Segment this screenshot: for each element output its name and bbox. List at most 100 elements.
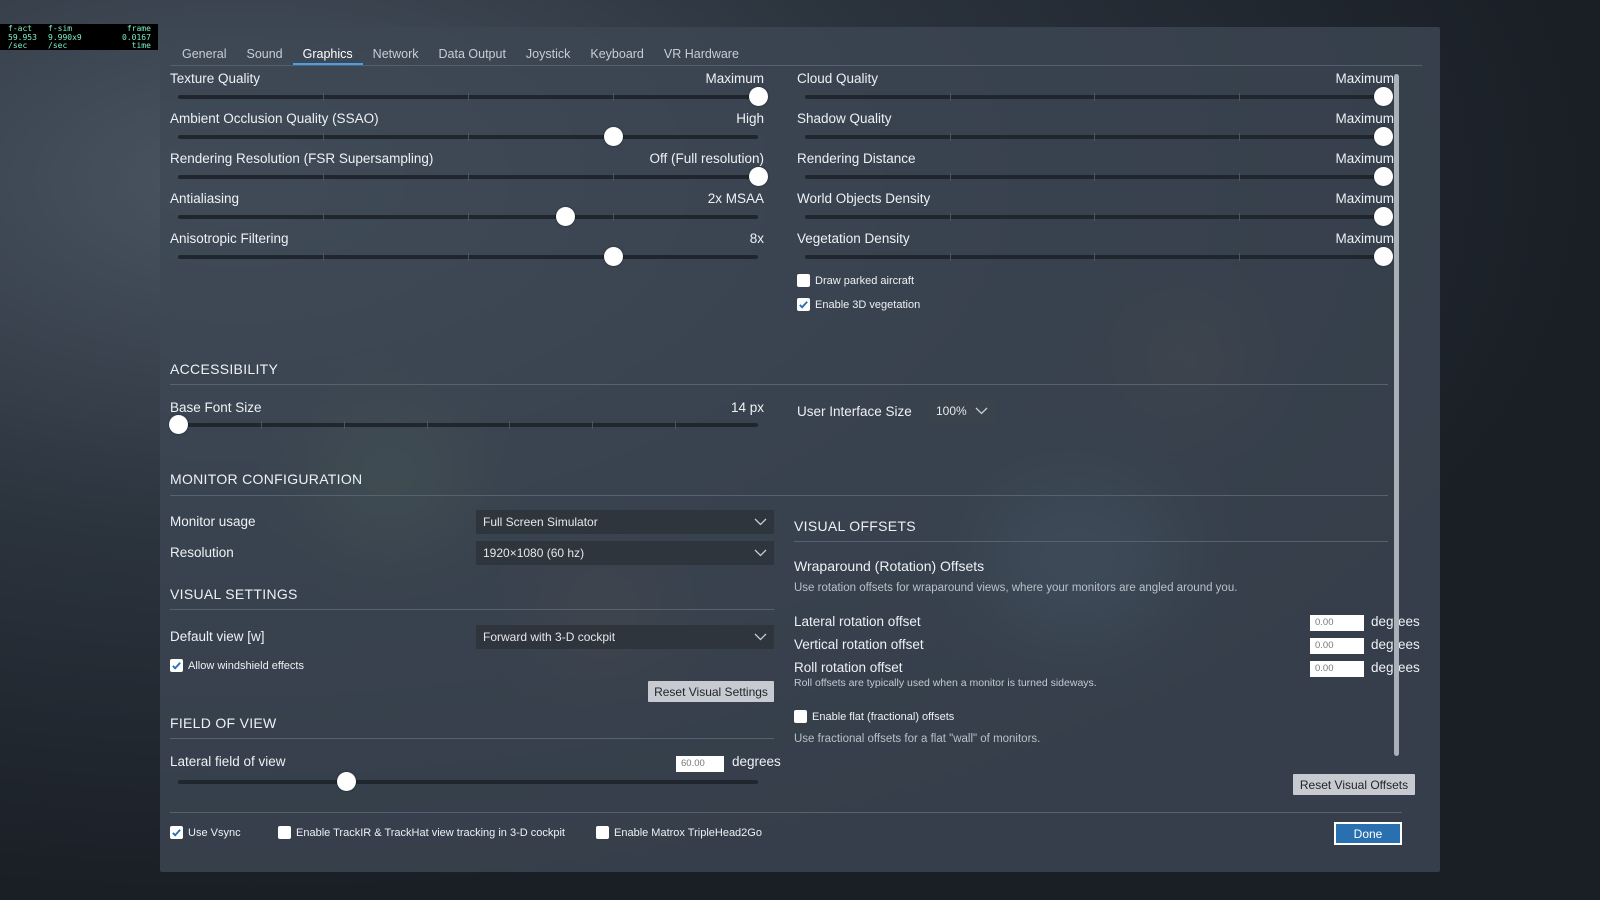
wraparound-offsets-description: Use rotation offsets for wraparound view… [794, 582, 1238, 594]
slider-tick [323, 133, 324, 141]
antialiasing-label: Antialiasing [170, 191, 240, 206]
cloud-quality-value: Maximum [1335, 71, 1394, 86]
texture-quality-value: Maximum [705, 71, 764, 86]
lateral-rotation-offset-input[interactable]: 0.00 [1310, 615, 1364, 631]
checkbox-label: Enable TrackIR & TrackHat view tracking … [296, 826, 565, 839]
reset-visual-settings-button[interactable]: Reset Visual Settings [648, 681, 774, 702]
vegetation-density-slider[interactable] [805, 247, 1393, 266]
tab-keyboard[interactable]: Keyboard [580, 41, 654, 65]
ambient-occlusion-quality-ssao-label: Ambient Occlusion Quality (SSAO) [170, 111, 379, 126]
slider-tick [949, 213, 951, 221]
checkmark-icon [172, 829, 181, 837]
ambient-occlusion-quality-ssao-slider[interactable] [178, 127, 758, 146]
slider-tick [509, 421, 511, 429]
slider-handle[interactable] [337, 772, 357, 791]
slider-handle[interactable] [1374, 207, 1393, 226]
slider-handle[interactable] [169, 415, 188, 434]
flat-offsets-description: Use fractional offsets for a flat "wall"… [794, 733, 1041, 745]
checkbox-box-checked [170, 659, 183, 672]
rendering-resolution-fsr-supersampling-slider[interactable] [178, 167, 768, 186]
vertical-rotation-offset-input[interactable]: 0.00 [1310, 638, 1364, 654]
rendering-distance-label: Rendering Distance [797, 151, 916, 166]
rendering-distance-slider[interactable] [805, 167, 1393, 186]
slider-tick [1094, 173, 1095, 181]
slider-handle[interactable] [555, 207, 575, 226]
ui-size-dropdown[interactable]: 100% [929, 399, 995, 423]
antialiasing-value: 2x MSAA [707, 191, 764, 206]
cloud-quality-slider[interactable] [805, 87, 1393, 106]
fps-col-frame: frame 0.0167 time [122, 24, 151, 50]
lateral-fov-label: Lateral field of view [170, 754, 286, 769]
anisotropic-filtering-value: 8x [749, 231, 764, 246]
cloud-quality-label: Cloud Quality [797, 71, 879, 86]
ui-size-label: User Interface Size [797, 404, 912, 419]
allow-windshield-effects-checkbox[interactable]: Allow windshield effects [170, 659, 304, 672]
checkmark-icon [799, 301, 808, 309]
tab-vr-hardware[interactable]: VR Hardware [654, 41, 749, 65]
tab-data-output[interactable]: Data Output [429, 41, 516, 65]
anisotropic-filtering-slider[interactable] [178, 247, 758, 266]
enable-matrox-checkbox[interactable]: Enable Matrox TripleHead2Go [596, 826, 762, 839]
slider-handle[interactable] [1374, 87, 1393, 106]
slider-handle[interactable] [1374, 127, 1393, 146]
checkbox-box [797, 274, 810, 287]
slider-handle[interactable] [604, 127, 623, 146]
shadow-quality-slider[interactable] [805, 127, 1393, 146]
lateral-fov-input[interactable]: 60.00 [676, 756, 724, 772]
tab-joystick[interactable]: Joystick [516, 41, 580, 65]
rendering-resolution-fsr-supersampling-value: Off (Full resolution) [649, 151, 764, 166]
draw-parked-aircraft-checkbox[interactable]: Draw parked aircraft [797, 274, 914, 287]
roll-rotation-offset-input[interactable]: 0.00 [1310, 661, 1364, 677]
tab-graphics[interactable]: Graphics [292, 41, 363, 65]
chevron-down-icon [754, 549, 767, 557]
enable-3d-vegetation-checkbox[interactable]: Enable 3D vegetation [797, 298, 920, 311]
base-font-size-slider[interactable] [169, 415, 758, 434]
tab-sound[interactable]: Sound [236, 41, 292, 65]
slider-handle[interactable] [604, 247, 623, 266]
accessibility-divider [170, 384, 1388, 385]
world-objects-density-slider[interactable] [805, 207, 1393, 226]
chevron-down-icon [975, 407, 988, 415]
use-vsync-checkbox[interactable]: Use Vsync [170, 826, 241, 839]
slider-tick [1094, 253, 1095, 261]
slider-handle[interactable] [1374, 167, 1393, 186]
slider-tick [1238, 133, 1240, 141]
slider-tick [613, 173, 614, 181]
slider-handle[interactable] [1374, 247, 1393, 266]
reset-visual-offsets-button[interactable]: Reset Visual Offsets [1293, 774, 1415, 795]
slider-handle[interactable] [749, 167, 768, 186]
default-view-value: Forward with 3-D cockpit [483, 630, 616, 644]
settings-panel: General Sound Graphics Network Data Output Jo… [160, 27, 1440, 872]
roll-rotation-offset-label: Roll rotation offset [794, 660, 903, 675]
tab-network[interactable]: Network [363, 41, 429, 65]
checkbox-label: Enable flat (fractional) offsets [812, 710, 955, 723]
antialiasing-slider[interactable] [178, 207, 758, 226]
slider-tick [1238, 213, 1240, 221]
enable-trackir-checkbox[interactable]: Enable TrackIR & TrackHat view tracking … [278, 826, 565, 839]
slider-tick [1094, 93, 1095, 101]
resolution-label: Resolution [170, 545, 234, 560]
slider-tick [323, 213, 324, 221]
checkbox-box [278, 826, 291, 839]
lateral-rotation-offset-label: Lateral rotation offset [794, 614, 921, 629]
lateral-fov-slider[interactable] [178, 772, 758, 791]
visual-offsets-heading: VISUAL OFFSETS [794, 518, 916, 534]
tab-general[interactable]: General [172, 41, 236, 65]
monitor-usage-dropdown[interactable]: Full Screen Simulator [476, 510, 774, 534]
resolution-dropdown[interactable]: 1920×1080 (60 hz) [476, 541, 774, 565]
done-button[interactable]: Done [1334, 822, 1402, 845]
default-view-dropdown[interactable]: Forward with 3-D cockpit [476, 625, 774, 649]
vertical-rotation-offset-label: Vertical rotation offset [794, 637, 924, 652]
texture-quality-slider[interactable] [178, 87, 768, 106]
slider-tick [1094, 213, 1095, 221]
slider-tick [323, 93, 324, 101]
slider-tick [468, 173, 469, 181]
slider-tick [468, 253, 469, 261]
footer-divider [170, 812, 1402, 813]
slider-handle[interactable] [749, 87, 768, 106]
slider-tick [1238, 173, 1240, 181]
slider-tick [949, 173, 951, 181]
enable-flat-offsets-checkbox[interactable]: Enable flat (fractional) offsets [794, 710, 954, 723]
slider-tick [323, 253, 324, 261]
scrollbar[interactable] [1394, 74, 1399, 756]
